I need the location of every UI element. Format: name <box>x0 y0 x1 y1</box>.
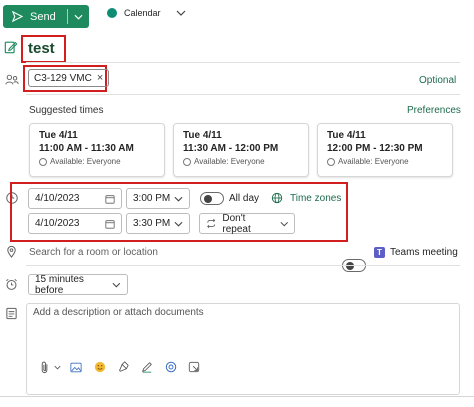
repeat-value: Don't repeat <box>222 212 251 235</box>
chevron-down-icon <box>53 365 61 369</box>
chevron-down-icon <box>174 221 183 227</box>
insert-picture-button[interactable] <box>69 360 83 374</box>
toggle-knob <box>204 195 212 203</box>
card-availability: Available: Everyone <box>50 157 121 166</box>
loop-button[interactable] <box>164 360 178 374</box>
image-icon <box>70 362 82 372</box>
alarm-clock-icon <box>6 279 17 290</box>
remove-attendee-icon[interactable]: × <box>97 72 103 84</box>
calendar-color-dot <box>107 8 117 18</box>
emoji-icon <box>94 361 106 373</box>
send-button[interactable]: Send <box>3 5 89 28</box>
description-placeholder: Add a description or attach documents <box>33 307 204 318</box>
end-time-field[interactable]: 3:30 PM <box>126 213 190 234</box>
reminder-value: 15 minutes before <box>35 273 84 296</box>
attendee-chip[interactable]: C3-129 VMC × <box>28 69 110 87</box>
title-underline <box>26 62 460 63</box>
globe-icon <box>271 192 283 204</box>
calendar-icon <box>105 194 115 204</box>
end-date-field[interactable]: 4/10/2023 <box>28 213 122 234</box>
calendar-selector[interactable]: Calendar <box>107 8 186 18</box>
calendar-icon <box>105 219 115 229</box>
loop-icon <box>165 361 177 373</box>
send-options-button[interactable] <box>68 14 89 20</box>
suggested-times-heading: Suggested times <box>29 105 104 116</box>
pen-icon <box>142 362 152 373</box>
apps-button[interactable] <box>187 360 201 374</box>
attendee-chip-label: C3-129 VMC <box>34 72 92 84</box>
suggested-time-card[interactable]: Tue 4/11 12:00 PM - 12:30 PM Available: … <box>317 123 453 177</box>
attach-options-button[interactable] <box>53 360 61 374</box>
teams-meeting-label: Teams meeting <box>390 247 458 258</box>
people-icon <box>5 74 19 85</box>
available-check-icon <box>39 157 47 166</box>
end-time-value: 3:30 PM <box>133 218 171 229</box>
end-date-value: 4/10/2023 <box>35 218 80 229</box>
card-availability: Available: Everyone <box>194 157 265 166</box>
toggle-knob <box>346 262 354 270</box>
card-time: 11:00 AM - 11:30 AM <box>39 143 134 154</box>
draw-button[interactable] <box>140 360 154 374</box>
bottom-divider <box>0 396 474 397</box>
location-pin-icon <box>7 245 16 258</box>
chevron-down-icon <box>174 196 183 202</box>
card-day: Tue 4/11 <box>183 130 222 141</box>
card-availability: Available: Everyone <box>338 157 409 166</box>
available-check-icon <box>327 157 335 166</box>
card-day: Tue 4/11 <box>327 130 366 141</box>
reminder-dropdown[interactable]: 15 minutes before <box>28 273 128 296</box>
optional-attendees-link[interactable]: Optional <box>419 75 456 86</box>
send-label: Send <box>30 10 56 23</box>
card-time: 11:30 AM - 12:00 PM <box>183 143 279 154</box>
emoji-button[interactable] <box>93 360 107 374</box>
available-check-icon <box>183 157 191 166</box>
all-day-toggle[interactable] <box>200 192 224 205</box>
start-time-value: 3:00 PM <box>133 193 171 204</box>
send-icon <box>12 11 23 22</box>
edit-title-icon <box>4 41 18 54</box>
all-day-label: All day <box>229 193 260 204</box>
preferences-link[interactable]: Preferences <box>407 105 461 116</box>
location-underline <box>26 265 460 266</box>
suggested-time-card[interactable]: Tue 4/11 11:00 AM - 11:30 AM Available: … <box>29 123 165 177</box>
chevron-down-icon <box>279 221 288 226</box>
repeat-dropdown[interactable]: Don't repeat <box>199 212 295 235</box>
send-main[interactable]: Send <box>3 11 67 23</box>
format-painter-button[interactable] <box>116 360 130 374</box>
card-time: 12:00 PM - 12:30 PM <box>327 143 423 154</box>
chevron-down-icon <box>112 282 121 287</box>
apps-icon <box>188 361 200 373</box>
repeat-icon <box>207 218 216 229</box>
event-title[interactable]: test <box>28 40 55 57</box>
chevron-down-icon <box>74 14 83 20</box>
start-time-field[interactable]: 3:00 PM <box>126 188 190 209</box>
chevron-down-icon <box>176 10 185 16</box>
time-zones-link[interactable]: Time zones <box>290 193 341 204</box>
card-day: Tue 4/11 <box>39 130 78 141</box>
description-icon <box>6 307 17 320</box>
highlighter-icon <box>119 361 129 372</box>
start-date-value: 4/10/2023 <box>35 193 80 204</box>
start-date-field[interactable]: 4/10/2023 <box>28 188 122 209</box>
calendar-label: Calendar <box>124 8 161 18</box>
attendee-underline <box>26 94 460 95</box>
paperclip-icon <box>41 361 48 373</box>
location-input[interactable]: Search for a room or location <box>29 247 158 258</box>
suggested-time-card[interactable]: Tue 4/11 11:30 AM - 12:00 PM Available: … <box>173 123 309 177</box>
attach-button[interactable] <box>38 360 52 374</box>
teams-icon: T <box>374 247 385 258</box>
